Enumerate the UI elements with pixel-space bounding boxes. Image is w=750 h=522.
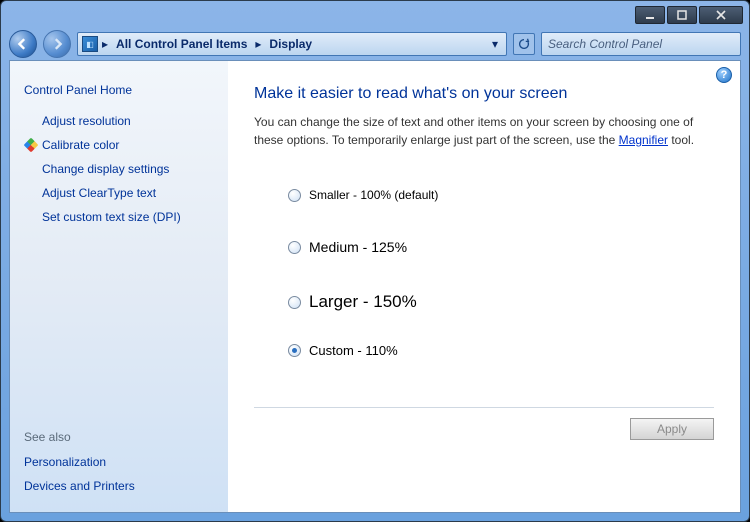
radio-icon [288,241,301,254]
navbar: ◧ ▸ All Control Panel Items ▸ Display ▾ … [1,28,749,60]
breadcrumb-all-items[interactable]: All Control Panel Items [112,37,251,51]
content-area: ? Control Panel Home Adjust resolution C… [9,60,741,513]
search-input[interactable]: Search Control Panel [541,32,741,56]
forward-arrow-icon [51,38,63,50]
page-title: Make it easier to read what's on your sc… [254,85,714,103]
option-label: Medium - 125% [309,239,407,255]
see-also-devices-printers[interactable]: Devices and Printers [24,474,214,498]
titlebar [1,1,749,28]
task-adjust-resolution[interactable]: Adjust resolution [24,109,214,133]
maximize-button[interactable] [667,6,697,24]
option-smaller-100[interactable]: Smaller - 100% (default) [288,171,714,219]
option-medium-125[interactable]: Medium - 125% [288,219,714,275]
breadcrumb-separator: ▸ [255,37,261,51]
option-custom-110[interactable]: Custom - 110% [288,329,714,371]
radio-icon [288,296,301,309]
minimize-icon [645,10,655,20]
back-button[interactable] [9,30,37,58]
radio-icon [288,189,301,202]
page-description: You can change the size of text and othe… [254,113,714,149]
sidebar: Control Panel Home Adjust resolution Cal… [10,61,228,512]
close-icon [716,10,726,20]
option-label: Larger - 150% [309,292,417,312]
breadcrumb-display[interactable]: Display [265,37,316,51]
option-label: Smaller - 100% (default) [309,188,438,202]
close-button[interactable] [699,6,743,24]
task-adjust-cleartype[interactable]: Adjust ClearType text [24,181,214,205]
divider [254,407,714,408]
breadcrumb-separator: ▸ [102,37,108,51]
maximize-icon [677,10,687,20]
task-calibrate-color[interactable]: Calibrate color [24,133,214,157]
refresh-icon [517,37,531,51]
apply-button[interactable]: Apply [630,418,714,440]
see-also-personalization[interactable]: Personalization [24,450,214,474]
minimize-button[interactable] [635,6,665,24]
address-bar[interactable]: ◧ ▸ All Control Panel Items ▸ Display ▾ [77,32,507,56]
forward-button[interactable] [43,30,71,58]
refresh-button[interactable] [513,33,535,55]
back-arrow-icon [17,38,29,50]
search-placeholder: Search Control Panel [548,37,662,51]
desc-text-suffix: tool. [668,133,694,147]
breadcrumb-dropdown-icon[interactable]: ▾ [488,37,502,51]
see-also-section: See also Personalization Devices and Pri… [24,384,214,498]
control-panel-icon: ◧ [82,36,98,52]
task-list: Adjust resolution Calibrate color Change… [24,109,214,229]
control-panel-home-link[interactable]: Control Panel Home [24,79,214,109]
option-larger-150[interactable]: Larger - 150% [288,275,714,329]
task-change-display-settings[interactable]: Change display settings [24,157,214,181]
control-panel-window: ◧ ▸ All Control Panel Items ▸ Display ▾ … [0,0,750,522]
option-label: Custom - 110% [309,343,398,358]
size-options: Smaller - 100% (default) Medium - 125% L… [288,171,714,371]
radio-icon [288,344,301,357]
main-panel: Make it easier to read what's on your sc… [228,61,740,512]
task-set-custom-text-size[interactable]: Set custom text size (DPI) [24,205,214,229]
see-also-title: See also [24,424,214,450]
magnifier-link[interactable]: Magnifier [619,133,668,147]
